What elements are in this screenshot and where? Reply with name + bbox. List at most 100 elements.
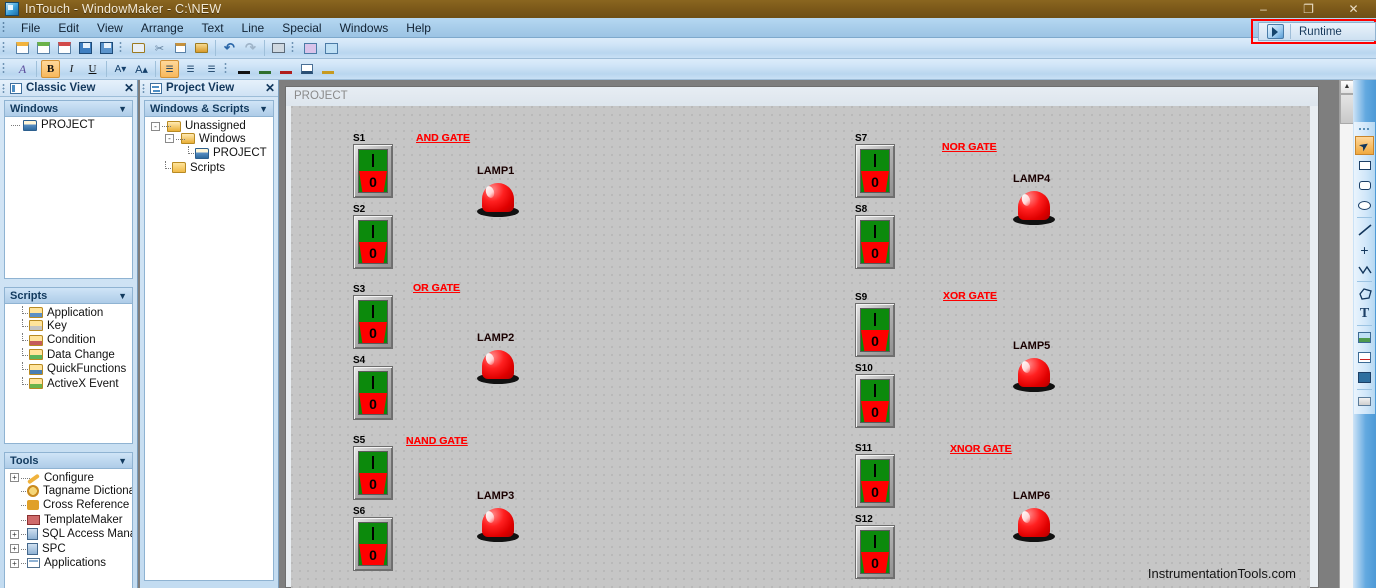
sidebar-item-key[interactable]: Key [5,318,132,334]
sidebar-item-condition[interactable]: Condition [5,333,132,348]
lamp-graphic[interactable] [477,183,519,219]
expander-icon[interactable]: + [10,544,19,554]
switch-s2[interactable]: S2 0 [353,204,393,269]
italic-icon[interactable]: I [62,60,81,78]
group-windows[interactable]: Windows ▼ [4,100,133,117]
switch-s12[interactable]: S12 0 [855,514,895,579]
rounded-rectangle-tool[interactable] [1355,176,1374,195]
menu-item-view[interactable]: View [88,19,132,37]
duplicate-icon[interactable] [129,39,148,57]
increase-font-icon[interactable]: A▴ [132,60,151,78]
gate-label-or[interactable]: OR GATE [413,282,460,294]
menu-bar-grip[interactable] [2,20,9,35]
switch-graphic[interactable]: 0 [353,517,393,571]
text-color-icon[interactable] [276,60,295,78]
switch-graphic[interactable]: 0 [353,446,393,500]
switch-graphic[interactable]: 0 [855,525,895,579]
new-window-icon[interactable] [13,39,32,57]
sidebar-item-tagname-dictionary[interactable]: Tagname Dictiona [5,484,132,499]
drawing-canvas[interactable]: AND GATE OR GATE NAND GATE NOR GATE XOR … [291,106,1310,588]
polyline-tool[interactable] [1355,260,1374,279]
undo-icon[interactable]: ↶ [220,39,239,57]
switch-graphic[interactable]: 0 [353,295,393,349]
scroll-up-button[interactable]: ▲ [1340,80,1354,94]
text-tool[interactable]: T [1355,304,1374,323]
import-icon[interactable] [301,39,320,57]
group-tools[interactable]: Tools ▼ [4,452,133,469]
lamp-graphic[interactable] [477,508,519,544]
expander-icon[interactable]: + [10,529,19,539]
group-windows-and-scripts[interactable]: Windows & Scripts ▼ [144,100,274,117]
switch-s9[interactable]: S9 0 [855,292,895,357]
open-window-icon[interactable] [34,39,53,57]
maximize-button[interactable]: ❐ [1286,0,1331,18]
tree-item-project[interactable]: PROJECT [145,146,273,161]
sidebar-item-spc[interactable]: + SPC [5,542,132,557]
vertical-scrollbar[interactable]: ▲ [1339,80,1354,588]
project-tree[interactable]: - Unassigned - Windows PROJECT Scripts [144,117,274,581]
scrollbar-thumb[interactable] [1340,94,1354,124]
save-icon[interactable] [76,39,95,57]
cut-icon[interactable]: ✂ [150,39,169,57]
align-center-icon[interactable]: ☰ [181,60,200,78]
copy-icon[interactable] [171,39,190,57]
print-icon[interactable] [269,39,288,57]
close-button[interactable]: ✕ [1331,0,1376,18]
switch-s4[interactable]: S4 0 [353,355,393,420]
minimize-button[interactable]: – [1241,0,1286,18]
menu-item-edit[interactable]: Edit [49,19,88,37]
sidebar-item-configure[interactable]: + Configure [5,469,132,485]
expander-icon[interactable]: - [151,121,160,131]
expander-icon[interactable]: + [10,473,19,483]
decrease-font-icon[interactable]: A▾ [111,60,130,78]
runtime-button[interactable]: Runtime [1258,22,1376,41]
lamp-graphic[interactable] [1013,508,1055,544]
menu-item-windows[interactable]: Windows [331,19,398,37]
switch-graphic[interactable]: 0 [855,144,895,198]
toolbar-grip[interactable] [2,40,9,56]
tree-item-windows[interactable]: - Windows [145,132,273,147]
menu-item-line[interactable]: Line [233,19,274,37]
lamp-lamp5[interactable]: LAMP5 [1013,340,1055,394]
menu-item-special[interactable]: Special [273,19,330,37]
windows-tree[interactable]: PROJECT [4,117,133,279]
window-color-icon[interactable] [297,60,316,78]
switch-s3[interactable]: S3 0 [353,284,393,349]
button-tool[interactable] [1355,392,1374,411]
menu-item-help[interactable]: Help [397,19,440,37]
format-toolbar-grip[interactable] [2,61,9,77]
menu-item-file[interactable]: File [12,19,49,37]
redo-icon[interactable]: ↷ [241,39,260,57]
switch-graphic[interactable]: 0 [353,144,393,198]
gate-label-nor[interactable]: NOR GATE [942,141,997,153]
fill-color-icon[interactable] [255,60,274,78]
switch-graphic[interactable]: 0 [855,215,895,269]
gate-label-nand[interactable]: NAND GATE [406,435,468,447]
tree-item-project[interactable]: PROJECT [5,117,132,132]
gate-label-xor[interactable]: XOR GATE [943,290,997,302]
chevron-down-icon[interactable]: ▼ [118,456,127,466]
lamp-graphic[interactable] [1013,191,1055,227]
lamp-lamp1[interactable]: LAMP1 [477,165,519,219]
classic-view-close-icon[interactable]: ✕ [121,81,137,95]
menu-item-text[interactable]: Text [193,19,233,37]
tree-item-scripts[interactable]: Scripts [145,160,273,176]
expander-icon[interactable]: + [10,558,19,568]
project-view-close-icon[interactable]: ✕ [262,81,278,95]
wizard-tool[interactable] [1355,368,1374,387]
sidebar-item-applications[interactable]: + Applications [5,556,132,571]
lamp-graphic[interactable] [477,350,519,386]
switch-graphic[interactable]: 0 [855,303,895,357]
h-v-line-tool[interactable]: + [1355,240,1374,259]
sidebar-item-cross-reference[interactable]: Cross Reference [5,498,132,513]
expander-icon[interactable]: - [165,134,174,144]
paste-icon[interactable] [192,39,211,57]
gate-label-xnor[interactable]: XNOR GATE [950,443,1012,455]
sidebar-item-data-change[interactable]: Data Change [5,347,132,363]
trend-chart-tool[interactable] [1355,348,1374,367]
lamp-lamp3[interactable]: LAMP3 [477,490,519,544]
bold-icon[interactable]: B [41,60,60,78]
sidebar-item-templatemaker[interactable]: TemplateMaker [5,513,132,528]
project-view-grip[interactable] [142,82,148,94]
substitute-tags-icon[interactable] [322,39,341,57]
